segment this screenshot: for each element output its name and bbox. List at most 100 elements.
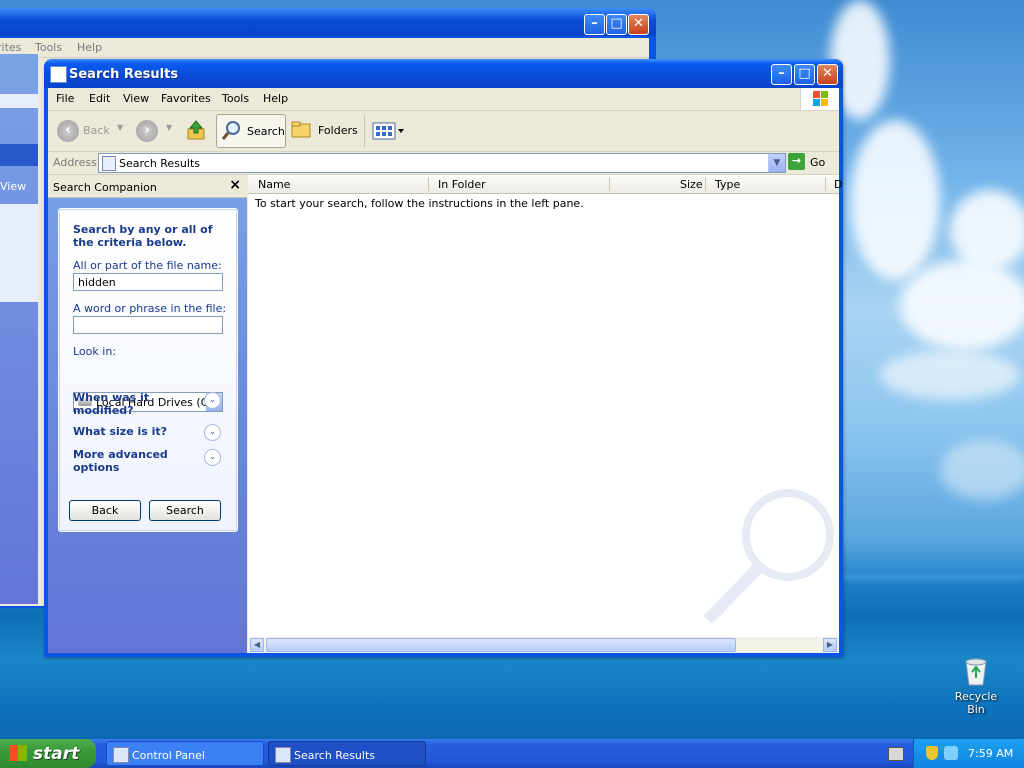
window-client: File Edit View Favorites Tools Help ‹ Ba… [48,88,842,653]
task-pane-section [0,224,38,302]
task-label: Search Results [294,749,376,762]
folders-icon[interactable] [291,120,313,140]
search-label: Search [247,125,285,138]
views-icon[interactable] [372,122,406,140]
background-task-pane: View [0,54,38,604]
control-panel-icon [113,747,129,763]
column-size[interactable]: Size [680,178,703,191]
menu-view[interactable]: View [123,92,149,105]
column-separator[interactable] [705,177,706,191]
magnifier-watermark-icon [688,480,838,630]
chevron-down-icon[interactable]: ⌄ [204,449,221,466]
address-value: Search Results [119,157,201,170]
scroll-right-icon[interactable]: ▶ [823,638,837,652]
close-pane-icon[interactable]: × [229,177,241,193]
column-separator[interactable] [428,177,429,191]
task-pane-strip [0,94,38,108]
size-option[interactable]: What size is it? [73,425,193,438]
search-companion-pane: Search Companion × Search by any or all … [48,175,247,653]
forward-arrow-icon[interactable]: › [136,120,158,142]
menu-file[interactable]: File [56,92,74,105]
go-button[interactable]: → Go [788,153,833,171]
system-tray: 7:59 AM [913,739,1024,768]
windows-flag-icon [9,745,27,761]
start-label: start [33,744,80,764]
maximize-button[interactable]: □ [794,64,815,85]
cloud [950,190,1024,270]
back-button[interactable]: Back [69,500,141,521]
task-label: Control Panel [132,749,205,762]
background-menubar: rites Tools Help [0,38,649,58]
phrase-label: A word or phrase in the file: [73,302,227,315]
back-dropdown-icon[interactable]: ▼ [117,123,123,132]
scrollbar-thumb[interactable] [266,638,736,652]
address-field[interactable]: Search Results ▼ [98,153,786,173]
advanced-options[interactable]: More advanced options [73,448,193,474]
minimize-button[interactable]: – [771,64,792,85]
forward-dropdown-icon[interactable]: ▼ [166,123,172,132]
column-name[interactable]: Name [258,178,290,191]
back-arrow-icon[interactable]: ‹ [57,120,79,142]
filename-input[interactable] [73,273,223,291]
recycle-bin-shortcut[interactable]: Recycle Bin [946,656,1006,716]
keyboard-icon[interactable] [888,747,904,761]
results-list: Name In Folder Size Type D To start your… [248,175,842,653]
column-type[interactable]: Type [715,178,740,191]
close-button[interactable]: ✕ [817,64,838,85]
phrase-input[interactable] [73,316,223,334]
titlebar[interactable]: Search Results [44,59,843,88]
search-companion-header: Search Companion × [48,175,247,198]
security-shield-icon[interactable] [926,746,938,760]
search-results-window[interactable]: Search Results – □ ✕ File Edit View Favo… [44,59,843,657]
recycle-bin-label: Recycle Bin [954,690,998,716]
toolbar: ‹ Back ▼ › ▼ Search Folders [48,111,839,152]
start-button[interactable]: start [0,739,96,768]
search-results-icon [102,156,116,171]
search-toolbar-button[interactable]: Search [216,114,286,148]
minimize-button[interactable]: – [584,14,605,35]
view-link[interactable]: View [0,180,26,193]
up-folder-icon[interactable] [186,119,206,141]
chevron-down-icon[interactable]: ⌄ [204,424,221,441]
close-button[interactable]: ✕ [628,14,649,35]
window-icon [50,66,67,83]
recycle-bin-icon [962,656,990,686]
network-icon[interactable] [944,746,958,760]
address-label: Address [53,156,97,169]
taskbar: start Control Panel Search Results 7:59 … [0,739,1024,768]
address-dropdown-icon[interactable]: ▼ [768,154,785,172]
menu-tools[interactable]: Tools [222,92,249,105]
chevron-down-icon[interactable]: ⌄ [204,392,221,409]
background-window-titlebar[interactable] [0,8,656,36]
go-arrow-icon: → [788,153,805,170]
menu-help[interactable]: Help [263,92,288,105]
menubar: File Edit View Favorites Tools Help [48,88,839,111]
menu-favorites[interactable]: Favorites [161,92,211,105]
search-button[interactable]: Search [149,500,221,521]
menu-item[interactable]: rites [0,41,21,54]
column-separator[interactable] [825,177,826,191]
address-bar: Address Search Results ▼ → Go [48,152,839,175]
scroll-left-icon[interactable]: ◀ [250,638,264,652]
menu-item[interactable]: Tools [35,41,62,54]
taskbar-search-results[interactable]: Search Results [268,741,426,766]
menu-item[interactable]: Help [77,41,102,54]
toolbar-separator [364,115,365,147]
horizontal-scrollbar[interactable]: ◀ ▶ [248,637,839,653]
instructions-text: To start your search, follow the instruc… [255,197,584,210]
when-modified-option[interactable]: When was it modified? [73,391,193,417]
column-date[interactable]: D [834,178,842,191]
cloud [940,440,1024,500]
taskbar-control-panel[interactable]: Control Panel [106,741,264,766]
task-pane-header [0,144,38,166]
column-in-folder[interactable]: In Folder [438,178,486,191]
maximize-button[interactable]: □ [606,14,627,35]
criteria-heading: Search by any or all of the criteria bel… [73,223,213,249]
cloud [900,260,1024,350]
cloud [850,120,940,280]
menu-edit[interactable]: Edit [89,92,110,105]
back-label[interactable]: Back [83,124,110,137]
column-separator[interactable] [609,177,610,191]
folders-label[interactable]: Folders [318,124,358,137]
clock[interactable]: 7:59 AM [968,747,1013,760]
